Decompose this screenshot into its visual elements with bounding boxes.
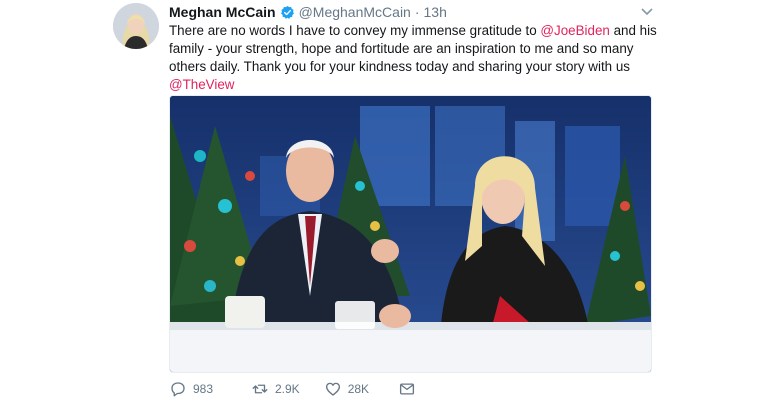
author-name[interactable]: Meghan McCain xyxy=(169,4,276,20)
like-icon xyxy=(325,382,340,396)
separator-dot: · xyxy=(414,4,420,20)
retweet-count: 2.9K xyxy=(275,382,300,396)
avatar-image xyxy=(113,3,159,49)
tweet-header: Meghan McCain @MeghanMcCain · 13h xyxy=(169,3,447,21)
reply-icon xyxy=(171,382,185,397)
reply-count: 983 xyxy=(193,382,214,396)
tweet-text-part1: There are no words I have to convey my i… xyxy=(169,23,541,38)
tweet-actions: 983 2.9K 28K xyxy=(169,378,440,400)
photo-scene xyxy=(170,96,651,372)
tweet[interactable]: Meghan McCain @MeghanMcCain · 13h There … xyxy=(0,0,770,400)
direct-message-button[interactable] xyxy=(398,380,422,398)
tweet-photo[interactable] xyxy=(169,95,652,373)
retweet-button[interactable]: 2.9K xyxy=(251,380,300,398)
reply-button[interactable]: 983 xyxy=(169,380,217,398)
like-count: 28K xyxy=(347,382,370,396)
tweet-text: There are no words I have to convey my i… xyxy=(169,22,659,94)
retweet-icon xyxy=(252,384,268,394)
caret-down-icon[interactable] xyxy=(640,4,654,18)
mention-joebiden[interactable]: @JoeBiden xyxy=(540,23,609,38)
like-button[interactable]: 28K xyxy=(324,380,372,398)
timestamp[interactable]: 13h xyxy=(424,4,447,20)
author-handle[interactable]: @MeghanMcCain xyxy=(299,4,411,20)
mention-theview[interactable]: @TheView xyxy=(169,77,234,92)
avatar[interactable] xyxy=(113,3,159,49)
verified-badge-icon xyxy=(280,5,295,20)
direct-message-icon xyxy=(399,383,414,395)
